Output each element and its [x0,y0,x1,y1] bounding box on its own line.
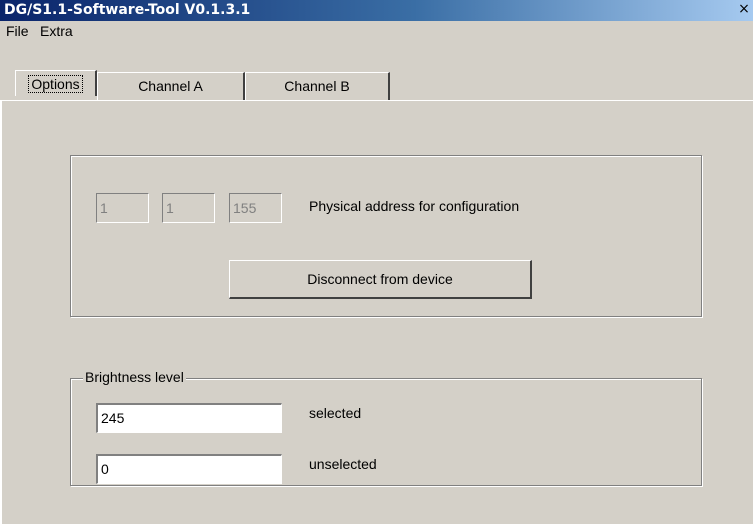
brightness-unselected-input[interactable]: 0 [96,454,282,484]
address-field-3: 155 [229,193,282,223]
brightness-selected-input[interactable]: 245 [96,403,282,433]
tab-channel-b[interactable]: Channel B [245,72,390,100]
close-icon[interactable]: × [737,0,751,19]
brightness-unselected-label: unselected [309,456,377,472]
brightness-group-title: Brightness level [83,369,186,385]
tab-options[interactable]: Options [15,70,97,96]
address-field-1: 1 [96,193,149,223]
disconnect-button[interactable]: Disconnect from device [229,260,532,299]
menu-file[interactable]: File [6,23,29,39]
tab-strip: Options Channel A Channel B [0,41,753,101]
tab-panel-top-edge [0,100,753,101]
brightness-selected-label: selected [309,405,362,421]
tab-options-label: Options [28,75,83,93]
tab-channel-a-label: Channel A [138,78,203,94]
title-bar: DG/S1.1-Software-Tool V0.1.3.1 × [0,0,753,21]
menu-extra[interactable]: Extra [40,23,73,39]
window-title: DG/S1.1-Software-Tool V0.1.3.1 [4,2,251,18]
tab-panel-left-edge [0,101,2,524]
tab-channel-a[interactable]: Channel A [97,72,245,100]
address-label: Physical address for configuration [309,198,520,214]
address-field-2: 1 [162,193,215,223]
menu-bar: File Extra [0,21,753,41]
tab-channel-b-label: Channel B [284,78,350,94]
